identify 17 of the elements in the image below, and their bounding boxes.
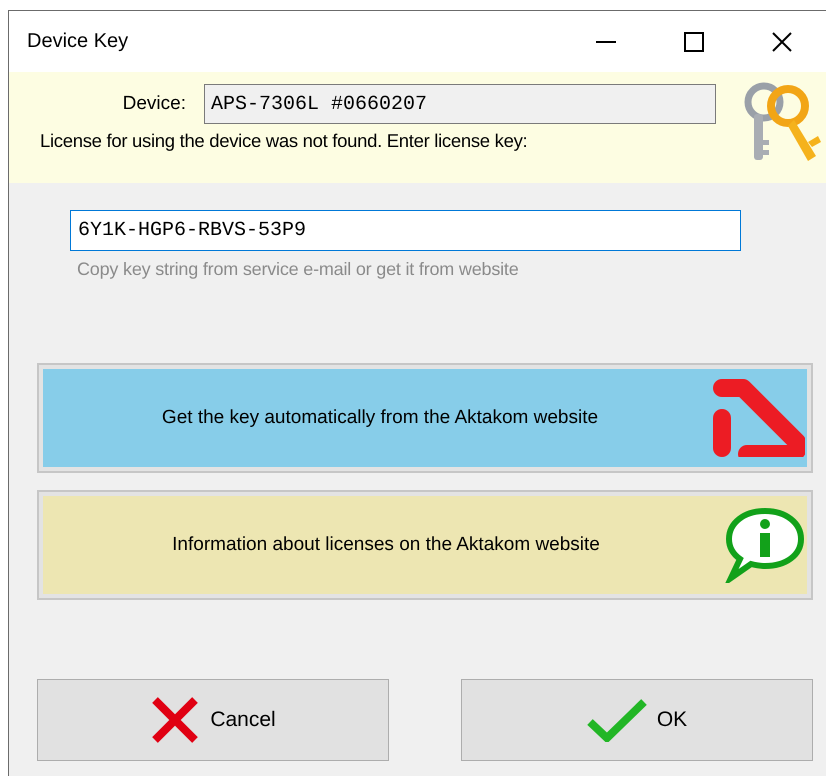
check-icon: [586, 698, 647, 742]
device-label: Device:: [122, 93, 186, 115]
website-button[interactable]: Information about licenses on the Aktakom website: [37, 490, 813, 600]
key-hint: Copy key string from service e-mail or get it from website: [77, 259, 520, 280]
maximize-icon[interactable]: [684, 32, 704, 52]
cancel-button[interactable]: Cancel: [37, 679, 389, 761]
window-title: Device Key: [27, 30, 130, 53]
device-field: APS-7306L #0660207: [204, 84, 716, 124]
close-icon[interactable]: [772, 32, 792, 52]
minimize-icon[interactable]: [596, 40, 616, 42]
logo-icon: [713, 379, 805, 457]
website-button[interactable]: Get the key automatically from the Aktakom website: [37, 363, 813, 473]
cross-icon: [150, 695, 200, 745]
ok-button[interactable]: OK: [461, 679, 813, 761]
license-message: License for using the device was not found. Enter license key:: [40, 130, 528, 152]
license-key-field[interactable]: 6Y1K-HGP6-RBVS-53P9: [70, 210, 741, 251]
info-icon: [725, 507, 805, 583]
